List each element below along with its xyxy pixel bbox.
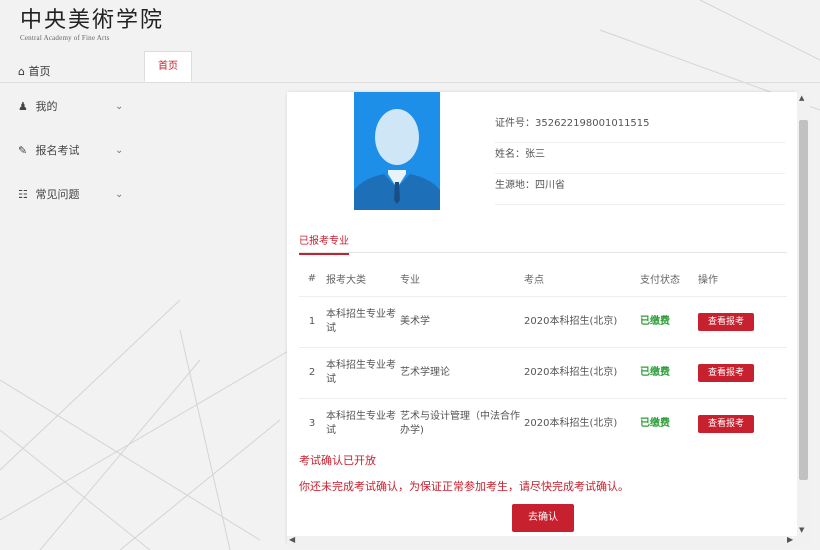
column-header: 报考大类 bbox=[326, 274, 366, 286]
view-registration-button[interactable]: 查看报考 bbox=[698, 313, 754, 331]
table-row: 2 本科招生专业考试 艺术学理论 2020本科招生(北京) 已缴费 查看报考 bbox=[299, 347, 787, 399]
row-number: 2 bbox=[299, 347, 325, 399]
table-header-row: # 报考大类 专业 考点 支付状态 操作 bbox=[299, 260, 787, 297]
table-row: 1 本科招生专业考试 美术学 2020本科招生(北京) 已缴费 查看报考 bbox=[299, 296, 787, 348]
column-header: # bbox=[307, 272, 317, 284]
scroll-down-icon[interactable]: ▼ bbox=[799, 526, 804, 534]
registrations-table: # 报考大类 专业 考点 支付状态 操作 1 本科招生专业考试 美术学 2020… bbox=[299, 260, 787, 449]
major: 艺术学理论 bbox=[399, 347, 523, 399]
avatar bbox=[354, 92, 440, 210]
scroll-left-icon[interactable]: ◀ bbox=[289, 535, 295, 544]
student-name: 姓名：张三 bbox=[495, 143, 785, 174]
tab-home[interactable]: 首页 bbox=[144, 51, 192, 82]
scroll-up-icon[interactable]: ▲ bbox=[799, 94, 804, 102]
top-nav-bar: ⌂ 首页 bbox=[0, 56, 820, 83]
column-header: 操作 bbox=[698, 274, 718, 286]
edit-icon: ✎ bbox=[18, 144, 28, 157]
sidebar: ♟ 我的 ⌄ ✎ 报名考试 ⌄ ☷ 常见问题 ⌄ bbox=[0, 92, 140, 224]
scroll-right-icon[interactable]: ▶ bbox=[787, 535, 793, 544]
action-cell: 查看报考 bbox=[697, 398, 787, 449]
logo-title: 中央美術学院 bbox=[20, 8, 165, 33]
major: 美术学 bbox=[399, 296, 523, 348]
go-confirm-button[interactable]: 去确认 bbox=[512, 504, 574, 532]
column-header: 考点 bbox=[524, 274, 544, 286]
exam-site: 2020本科招生(北京) bbox=[523, 347, 639, 399]
view-registration-button[interactable]: 查看报考 bbox=[698, 415, 754, 433]
view-registration-button[interactable]: 查看报考 bbox=[698, 364, 754, 382]
main-panel: 证件号：352622198001011515 姓名：张三 生源地：四川省 已报考… bbox=[287, 92, 797, 544]
payment-status: 已缴费 bbox=[639, 398, 697, 449]
sidebar-item-label: 常见问题 bbox=[35, 188, 80, 201]
major: 艺术与设计管理（中法合作办学) bbox=[399, 398, 523, 449]
sidebar-item-exam-registration[interactable]: ✎ 报名考试 ⌄ bbox=[0, 136, 140, 180]
table-row: 3 本科招生专业考试 艺术与设计管理（中法合作办学) 2020本科招生(北京) … bbox=[299, 398, 787, 449]
person-silhouette-icon bbox=[354, 92, 440, 210]
action-cell: 查看报考 bbox=[697, 347, 787, 399]
payment-status: 已缴费 bbox=[639, 347, 697, 399]
sidebar-item-label: 报名考试 bbox=[35, 144, 80, 157]
chevron-down-icon: ⌄ bbox=[115, 101, 124, 112]
home-icon: ⌂ bbox=[18, 65, 25, 78]
notice-title: 考试确认已开放 bbox=[299, 454, 376, 467]
sidebar-item-faq[interactable]: ☷ 常见问题 ⌄ bbox=[0, 180, 140, 224]
scrollbar-thumb[interactable] bbox=[799, 120, 808, 480]
payment-status: 已缴费 bbox=[639, 296, 697, 348]
origin-province: 生源地：四川省 bbox=[495, 174, 785, 205]
column-header: 支付状态 bbox=[640, 274, 680, 286]
logo-subtitle: Central Academy of Fine Arts bbox=[20, 34, 110, 42]
user-icon: ♟ bbox=[18, 100, 28, 113]
exam-category: 本科招生专业考试 bbox=[325, 347, 399, 399]
sitemap-icon: ☷ bbox=[18, 188, 28, 201]
row-number: 3 bbox=[299, 398, 325, 449]
id-number: 证件号：352622198001011515 bbox=[495, 112, 785, 143]
notice-text: 你还未完成考试确认，为保证正常参加考生，请尽快完成考试确认。 bbox=[299, 480, 629, 493]
chevron-down-icon: ⌄ bbox=[115, 189, 124, 200]
profile-info: 证件号：352622198001011515 姓名：张三 生源地：四川省 bbox=[495, 112, 785, 205]
vertical-scrollbar[interactable]: ▲ ▼ bbox=[797, 92, 810, 544]
exam-category: 本科招生专业考试 bbox=[325, 398, 399, 449]
exam-category: 本科招生专业考试 bbox=[325, 296, 399, 348]
sidebar-item-label: 我的 bbox=[35, 100, 58, 113]
logo: 中央美術学院 Central Academy of Fine Arts bbox=[20, 8, 164, 42]
sidebar-item-mine[interactable]: ♟ 我的 ⌄ bbox=[0, 92, 140, 136]
nav-home[interactable]: ⌂ 首页 bbox=[18, 63, 50, 79]
exam-site: 2020本科招生(北京) bbox=[523, 398, 639, 449]
divider bbox=[299, 252, 787, 253]
row-number: 1 bbox=[299, 296, 325, 348]
exam-site: 2020本科招生(北京) bbox=[523, 296, 639, 348]
chevron-down-icon: ⌄ bbox=[115, 145, 124, 156]
column-header: 专业 bbox=[400, 274, 420, 286]
horizontal-scrollbar[interactable]: ◀ ▶ bbox=[287, 535, 797, 546]
action-cell: 查看报考 bbox=[697, 296, 787, 348]
nav-home-label: 首页 bbox=[28, 65, 51, 78]
